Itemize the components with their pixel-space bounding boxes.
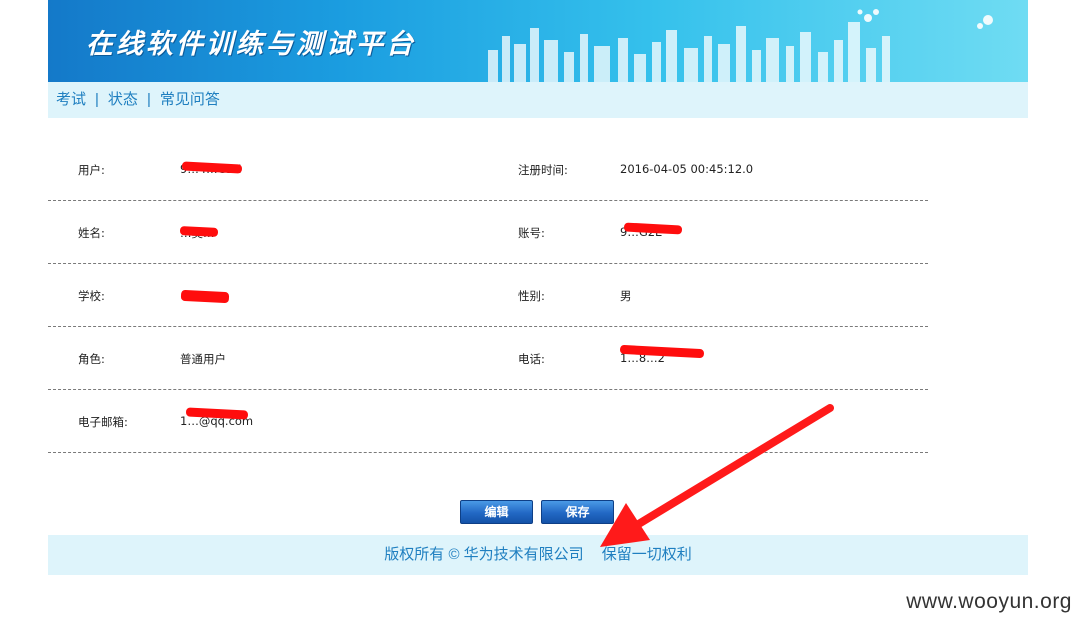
profile-row-name: 姓名: …奚… 账号: 9…G2E [48, 201, 928, 264]
profile-row-email: 电子邮箱: 1…@qq.com [48, 390, 928, 453]
phone-label: 电话: [518, 352, 545, 366]
city-skyline-illustration [488, 9, 993, 82]
profile-row-school: 学校: 性别: 男 [48, 264, 928, 327]
footer: 版权所有 © 华为技术有限公司 保留一切权利 [48, 535, 1028, 575]
registration-time-label: 注册时间: [518, 163, 568, 177]
user-profile-table: 用户: 9…4…G2E 注册时间: 2016-04-05 00:45:12.0 … [48, 138, 928, 453]
profile-row-role: 角色: 普通用户 电话: 1…8…2 [48, 327, 928, 390]
redaction-mark [180, 289, 230, 304]
footer-rights: 保留一切权利 [601, 546, 692, 563]
profile-row-user: 用户: 9…4…G2E 注册时间: 2016-04-05 00:45:12.0 [48, 138, 928, 201]
header-banner: 在线软件训练与测试平台 [48, 0, 1028, 82]
redaction-mark [179, 226, 219, 237]
nav-separator: | [146, 91, 151, 108]
user-label: 用户: [78, 163, 105, 177]
nav-link-faq[interactable]: 常见问答 [160, 91, 220, 108]
account-label: 账号: [518, 226, 545, 240]
save-button[interactable]: 保存 [541, 500, 614, 524]
gender-value: 男 [620, 289, 632, 303]
nav-separator: | [95, 91, 99, 108]
watermark-text: www.wooyun.org [906, 590, 1072, 613]
email-label: 电子邮箱: [78, 415, 128, 429]
nav-link-status[interactable]: 状态 [108, 91, 138, 108]
site-title: 在线软件训练与测试平台 [86, 29, 416, 60]
name-label: 姓名: [78, 226, 105, 240]
top-nav: 考试 | 状态 | 常见问答 [48, 82, 1028, 118]
edit-button[interactable]: 编辑 [460, 500, 533, 524]
registration-time-value: 2016-04-05 00:45:12.0 [620, 162, 754, 176]
footer-copyright: 版权所有 © 华为技术有限公司 [384, 546, 584, 563]
role-value: 普通用户 [180, 352, 226, 366]
nav-link-exam[interactable]: 考试 [56, 91, 86, 108]
gender-label: 性别: [518, 289, 545, 303]
school-label: 学校: [78, 289, 105, 303]
role-label: 角色: [78, 352, 105, 366]
